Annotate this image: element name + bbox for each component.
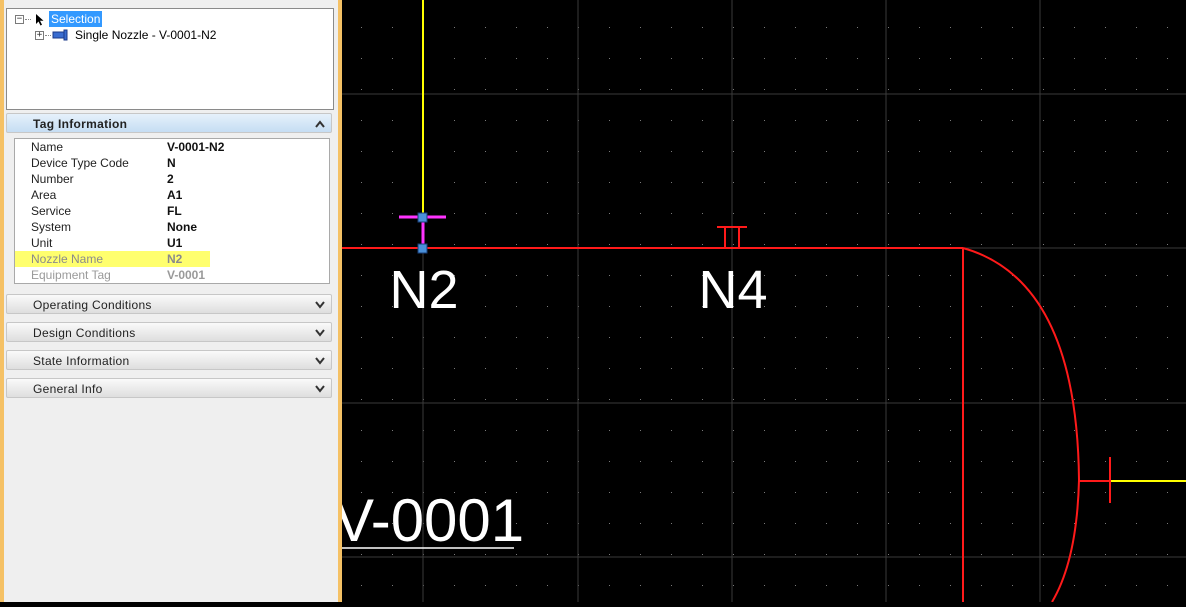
operating-conditions-title: Operating Conditions — [33, 298, 152, 312]
property-value[interactable]: A1 — [167, 187, 182, 203]
tree-connector — [45, 35, 51, 36]
tree-label-selection[interactable]: Selection — [49, 11, 103, 27]
property-value[interactable]: None — [167, 219, 197, 235]
property-key: Device Type Code — [31, 156, 129, 170]
chevron-up-icon[interactable] — [315, 120, 325, 128]
chevron-down-icon[interactable] — [315, 301, 325, 309]
collapse-icon[interactable]: − — [15, 15, 24, 24]
nozzle-icon — [52, 29, 68, 41]
tag-information-body: Name V-0001-N2 Device Type Code N Number 2 … — [6, 134, 332, 286]
selection-tree[interactable]: − Selection + Single Nozzle - V-0001-N2 — [6, 8, 334, 110]
state-information-title: State Information — [33, 354, 130, 368]
tag-information-title: Tag Information — [33, 117, 128, 131]
property-value[interactable]: N — [167, 155, 176, 171]
property-value[interactable]: N2 — [167, 251, 182, 267]
properties-panel: − Selection + Single Nozzle - V-0001-N2 … — [4, 0, 338, 602]
property-row-number[interactable]: Number 2 — [15, 171, 329, 187]
tag-property-grid[interactable]: Name V-0001-N2 Device Type Code N Number 2 … — [14, 138, 330, 284]
design-conditions-title: Design Conditions — [33, 326, 136, 340]
property-key: Name — [31, 140, 64, 154]
grip-handle[interactable] — [417, 212, 428, 223]
property-value[interactable]: U1 — [167, 235, 182, 251]
property-row-service[interactable]: Service FL — [15, 203, 329, 219]
cursor-arrow-icon — [36, 14, 44, 26]
property-row-equipment-tag[interactable]: Equipment Tag V-0001 — [15, 267, 329, 283]
tag-information-header[interactable]: Tag Information — [6, 113, 332, 133]
equipment-label[interactable]: V-0001 — [334, 487, 524, 554]
property-value: V-0001 — [167, 268, 206, 282]
chevron-down-icon[interactable] — [315, 357, 325, 365]
property-value[interactable]: FL — [167, 203, 182, 219]
chevron-down-icon[interactable] — [315, 385, 325, 393]
drawing-canvas[interactable]: N2 N4 V-0001 — [334, 0, 1186, 603]
design-conditions-header[interactable]: Design Conditions — [6, 322, 332, 342]
property-key: System — [31, 220, 72, 234]
property-row-unit[interactable]: Unit U1 — [15, 235, 329, 251]
nozzle-label-n2[interactable]: N2 — [389, 260, 458, 320]
grip-handle[interactable] — [417, 243, 428, 254]
property-key: Equipment Tag — [31, 268, 111, 282]
property-key: Area — [31, 188, 57, 202]
general-info-title: General Info — [33, 382, 103, 396]
expand-icon[interactable]: + — [35, 31, 44, 40]
property-row-name[interactable]: Name V-0001-N2 — [15, 139, 329, 155]
property-value[interactable]: 2 — [167, 171, 174, 187]
tree-connector — [25, 19, 31, 20]
property-row-area[interactable]: Area A1 — [15, 187, 329, 203]
left-panel-frame: − Selection + Single Nozzle - V-0001-N2 … — [0, 0, 342, 602]
general-info-header[interactable]: General Info — [6, 378, 332, 398]
property-key: Unit — [31, 236, 53, 250]
property-row-nozzle-name[interactable]: Nozzle Name N2 — [15, 251, 329, 267]
property-key: Number — [31, 172, 74, 186]
property-row-device-type-code[interactable]: Device Type Code N — [15, 155, 329, 171]
nozzle-label-n4[interactable]: N4 — [698, 260, 767, 320]
property-key: Nozzle Name — [31, 252, 104, 266]
property-row-system[interactable]: System None — [15, 219, 329, 235]
chevron-down-icon[interactable] — [315, 329, 325, 337]
tree-label-nozzle[interactable]: Single Nozzle - V-0001-N2 — [75, 27, 216, 43]
state-information-header[interactable]: State Information — [6, 350, 332, 370]
operating-conditions-header[interactable]: Operating Conditions — [6, 294, 332, 314]
property-value[interactable]: V-0001-N2 — [167, 139, 224, 155]
drawing-svg[interactable]: N2 N4 V-0001 — [334, 0, 1186, 603]
property-key: Service — [31, 204, 72, 218]
